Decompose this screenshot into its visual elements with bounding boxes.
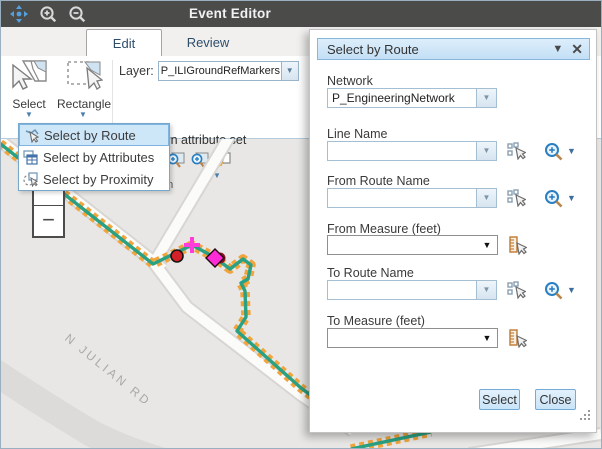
from-measure-label: From Measure (feet): [327, 222, 441, 236]
panel-collapse-icon[interactable]: ▼: [552, 43, 563, 55]
network-dropdown-button[interactable]: ▼: [476, 89, 496, 107]
network-input[interactable]: [328, 89, 476, 107]
select-tool-label: Select: [3, 97, 55, 111]
from-measure-combobox[interactable]: ▼: [327, 235, 498, 255]
network-combobox[interactable]: ▼: [327, 88, 497, 108]
rectangle-tool-button[interactable]: Rectangle ▼: [57, 59, 109, 119]
line-name-label: Line Name: [327, 127, 387, 141]
pan-icon[interactable]: [8, 4, 30, 24]
select-button[interactable]: Select: [479, 389, 520, 410]
select-by-proximity-icon: [22, 171, 39, 187]
close-button[interactable]: Close: [535, 389, 576, 410]
from-route-combobox[interactable]: ▼: [327, 188, 497, 208]
line-name-zoom-dropdown-arrow[interactable]: ▼: [567, 146, 576, 156]
to-route-input[interactable]: [328, 281, 476, 299]
menu-item-label: Select by Proximity: [43, 172, 154, 187]
from-route-pick-on-map-icon[interactable]: [507, 189, 526, 207]
zoom-in-icon[interactable]: [37, 4, 59, 24]
rectangle-tool-icon: [63, 78, 103, 95]
map-zoom-out-button[interactable]: −: [34, 206, 63, 236]
select-tool-button[interactable]: Select ▼: [3, 59, 55, 119]
panel-header[interactable]: Select by Route ▼ ✕: [317, 38, 590, 60]
select-dropdown-menu: Select by Route Select by Attributes: [18, 123, 170, 191]
to-measure-ruler-icon[interactable]: [508, 329, 527, 348]
from-route-zoom-icon[interactable]: [544, 189, 564, 208]
to-measure-label: To Measure (feet): [327, 314, 425, 328]
menu-item-select-by-attributes[interactable]: Select by Attributes: [19, 146, 169, 168]
select-by-attributes-icon: [22, 149, 39, 165]
to-measure-combobox[interactable]: ▼: [327, 328, 498, 348]
menu-item-label: Select by Attributes: [43, 150, 154, 165]
select-by-route-icon: [23, 127, 40, 143]
panel-resize-grip[interactable]: [580, 410, 590, 420]
network-label: Network: [327, 74, 373, 88]
tab-review[interactable]: Review: [162, 29, 254, 56]
layer-dropdown-button[interactable]: ▼: [281, 62, 298, 80]
from-route-zoom-dropdown-arrow[interactable]: ▼: [567, 193, 576, 203]
line-name-pick-on-map-icon[interactable]: [507, 142, 526, 160]
rectangle-tool-label: Rectangle: [57, 97, 109, 111]
to-measure-input[interactable]: [328, 329, 477, 347]
to-route-label: To Route Name: [327, 266, 414, 280]
from-route-input[interactable]: [328, 189, 476, 207]
from-measure-ruler-icon[interactable]: [508, 236, 527, 255]
app-header: Event Editor: [1, 1, 602, 27]
from-route-label: From Route Name: [327, 174, 430, 188]
menu-item-select-by-proximity[interactable]: Select by Proximity: [19, 168, 169, 190]
panel-title: Select by Route: [327, 42, 552, 57]
zoom-out-icon[interactable]: [66, 4, 88, 24]
layer-value: P_ILIGroundRefMarkers: [159, 62, 281, 80]
to-route-pick-on-map-icon[interactable]: [507, 281, 526, 299]
select-by-route-panel: Select by Route ▼ ✕ Network ▼ Line Name …: [309, 29, 597, 433]
line-name-input[interactable]: [328, 142, 476, 160]
line-name-combobox[interactable]: ▼: [327, 141, 497, 161]
select-dropdown-arrow[interactable]: ▼: [3, 111, 55, 119]
layer-combobox[interactable]: P_ILIGroundRefMarkers ▼: [158, 61, 299, 81]
line-name-dropdown-button[interactable]: ▼: [476, 142, 496, 160]
select-tool-icon: [9, 78, 49, 95]
from-measure-dropdown-arrow[interactable]: ▼: [477, 236, 497, 254]
from-measure-input[interactable]: [328, 236, 477, 254]
layer-label: Layer:: [119, 64, 154, 78]
panel-close-icon[interactable]: ✕: [571, 41, 583, 58]
from-route-dropdown-button[interactable]: ▼: [476, 189, 496, 207]
tab-edit[interactable]: Edit: [86, 29, 162, 58]
to-route-combobox[interactable]: ▼: [327, 280, 497, 300]
to-route-zoom-icon[interactable]: [544, 281, 564, 300]
rectangle-dropdown-arrow[interactable]: ▼: [57, 111, 109, 119]
event-editor-window: Event Editor Map Edit Review Select ▼: [0, 0, 602, 449]
menu-item-label: Select by Route: [44, 128, 136, 143]
to-measure-dropdown-arrow[interactable]: ▼: [477, 329, 497, 347]
line-name-zoom-icon[interactable]: [544, 142, 564, 161]
menu-item-select-by-route[interactable]: Select by Route: [19, 124, 169, 146]
to-route-zoom-dropdown-arrow[interactable]: ▼: [567, 285, 576, 295]
to-route-dropdown-button[interactable]: ▼: [476, 281, 496, 299]
app-title: Event Editor: [189, 6, 271, 21]
